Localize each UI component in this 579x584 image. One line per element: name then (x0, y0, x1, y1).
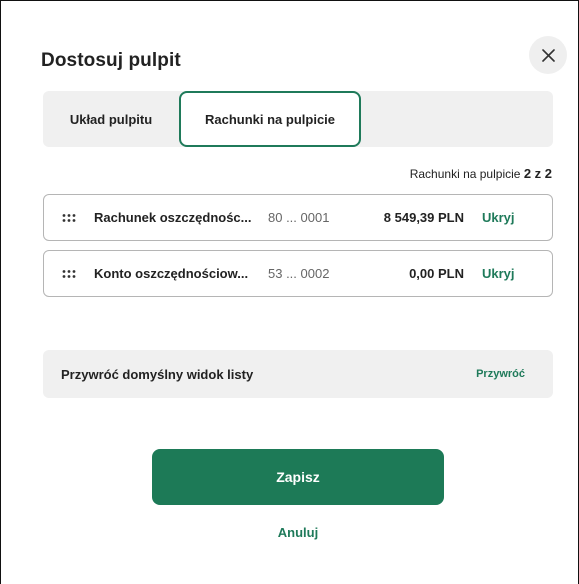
restore-default-button[interactable]: Przywróć (476, 368, 525, 380)
drag-handle[interactable] (44, 213, 94, 222)
drag-handle-icon (62, 213, 76, 222)
tab-dashboard-accounts[interactable]: Rachunki na pulpicie (179, 91, 361, 147)
account-name: Rachunek oszczędnośc... (94, 210, 252, 225)
drag-handle-icon (62, 269, 76, 278)
hide-account-button[interactable]: Ukryj (482, 266, 515, 281)
account-name: Konto oszczędnościow... (94, 266, 249, 281)
save-button[interactable]: Zapisz (152, 449, 444, 505)
account-row[interactable]: Konto oszczędnościow... 53 ... 0002 0,00… (43, 250, 553, 297)
restore-default-label: Przywróć domyślny widok listy (61, 366, 254, 382)
drag-handle[interactable] (44, 269, 94, 278)
account-number: 53 ... 0002 (268, 266, 330, 281)
close-icon (541, 48, 555, 62)
dialog-title: Dostosuj pulpit (41, 50, 181, 71)
tab-bar: Układ pulpitu Rachunki na pulpicie (43, 91, 553, 147)
account-row[interactable]: Rachunek oszczędnośc... 80 ... 0001 8 54… (43, 194, 553, 241)
accounts-counter-value: 2 z 2 (523, 166, 552, 181)
accounts-counter: Rachunki na pulpicie 2 z 2 (410, 166, 552, 181)
account-balance: 0,00 PLN (409, 266, 464, 281)
customize-dashboard-dialog: Dostosuj pulpit Układ pulpitu Rachunki n… (0, 0, 579, 584)
hide-account-button[interactable]: Ukryj (482, 210, 515, 225)
restore-default-panel: Przywróć domyślny widok listy Przywróć (43, 350, 553, 398)
tab-dashboard-layout[interactable]: Układ pulpitu (43, 91, 179, 147)
account-number: 80 ... 0001 (268, 210, 330, 225)
accounts-counter-label: Rachunki na pulpicie (409, 167, 521, 181)
cancel-button[interactable]: Anuluj (152, 525, 444, 540)
close-button[interactable] (529, 36, 567, 74)
account-balance: 8 549,39 PLN (383, 210, 464, 225)
